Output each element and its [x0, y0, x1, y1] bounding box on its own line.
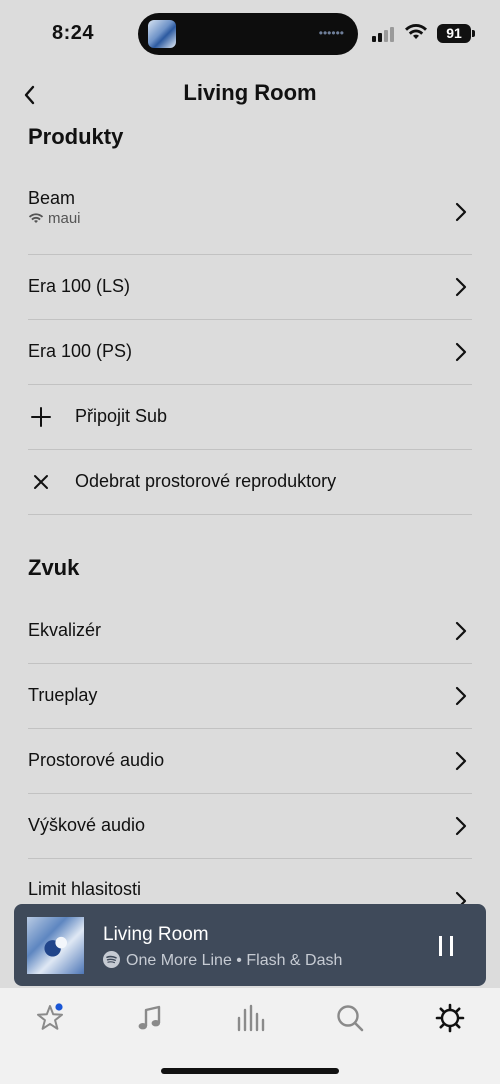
remove-surrounds-label: Odebrat prostorové reproduktory	[75, 471, 337, 491]
network-name: maui	[48, 210, 81, 227]
notification-badge	[55, 1003, 63, 1011]
section-title-sound: Zvuk	[28, 555, 80, 580]
sound-label: Limit hlasitosti	[28, 879, 142, 899]
star-icon[interactable]	[34, 1002, 66, 1034]
battery-nub	[472, 30, 475, 37]
page-title: Living Room	[183, 80, 317, 105]
sound-label: Prostorové audio	[28, 750, 165, 770]
island-activity-dots: ••••••	[318, 26, 344, 40]
settings-gear-icon[interactable]	[434, 1002, 466, 1034]
status-bar: 8:24 •••••• 91	[0, 0, 500, 64]
wifi-icon	[28, 213, 44, 224]
cellular-signal-icon	[372, 26, 398, 42]
status-time: 8:24	[52, 22, 95, 44]
chevron-right-icon	[455, 202, 467, 222]
plus-icon	[31, 407, 51, 427]
rooms-icon[interactable]	[234, 1002, 266, 1034]
track-artist: Flash & Dash	[246, 952, 343, 969]
sound-row-surround-audio[interactable]: Prostorové audio	[28, 729, 472, 794]
home-indicator[interactable]	[161, 1068, 339, 1074]
close-icon	[34, 475, 48, 489]
search-icon[interactable]	[334, 1002, 366, 1034]
product-label: Beam	[28, 188, 76, 208]
product-row-beam[interactable]: Beam maui	[28, 166, 472, 255]
sound-row-height-audio[interactable]: Výškové audio	[28, 794, 472, 859]
product-label: Era 100 (LS)	[28, 276, 131, 296]
music-note-icon[interactable]	[134, 1002, 166, 1034]
wifi-icon	[405, 24, 427, 39]
chevron-right-icon	[455, 751, 467, 771]
pause-icon[interactable]	[437, 936, 455, 956]
track-title: One More Line	[126, 952, 232, 969]
spotify-icon	[103, 951, 120, 968]
product-label: Era 100 (PS)	[28, 341, 133, 361]
now-playing-bar[interactable]: Living Room One More Line • Flash & Dash	[14, 904, 486, 986]
now-playing-room: Living Room	[103, 924, 209, 945]
island-album-art	[148, 20, 176, 48]
track-separator: •	[236, 952, 242, 969]
chevron-right-icon	[455, 816, 467, 836]
chevron-right-icon	[455, 277, 467, 297]
battery-indicator: 91	[437, 24, 471, 43]
product-row-era-100-ps[interactable]: Era 100 (PS)	[28, 320, 472, 385]
sound-label: Trueplay	[28, 685, 98, 705]
now-playing-track-info: One More Line • Flash & Dash	[103, 951, 342, 970]
product-row-era-100-ls[interactable]: Era 100 (LS)	[28, 255, 472, 320]
product-network: maui	[28, 210, 81, 227]
remove-surrounds-row[interactable]: Odebrat prostorové reproduktory	[28, 450, 472, 515]
chevron-right-icon	[455, 686, 467, 706]
connect-sub-label: Připojit Sub	[75, 406, 168, 426]
chevron-right-icon	[455, 621, 467, 641]
sound-label: Ekvalizér	[28, 620, 102, 640]
dynamic-island[interactable]: ••••••	[138, 13, 358, 55]
sound-row-trueplay[interactable]: Trueplay	[28, 664, 472, 729]
connect-sub-row[interactable]: Připojit Sub	[28, 385, 472, 450]
sound-row-equalizer[interactable]: Ekvalizér	[28, 599, 472, 664]
back-chevron-icon[interactable]	[16, 80, 46, 110]
section-title-products: Produkty	[28, 124, 124, 149]
chevron-right-icon	[455, 342, 467, 362]
sound-label: Výškové audio	[28, 815, 146, 835]
album-art	[27, 917, 84, 974]
